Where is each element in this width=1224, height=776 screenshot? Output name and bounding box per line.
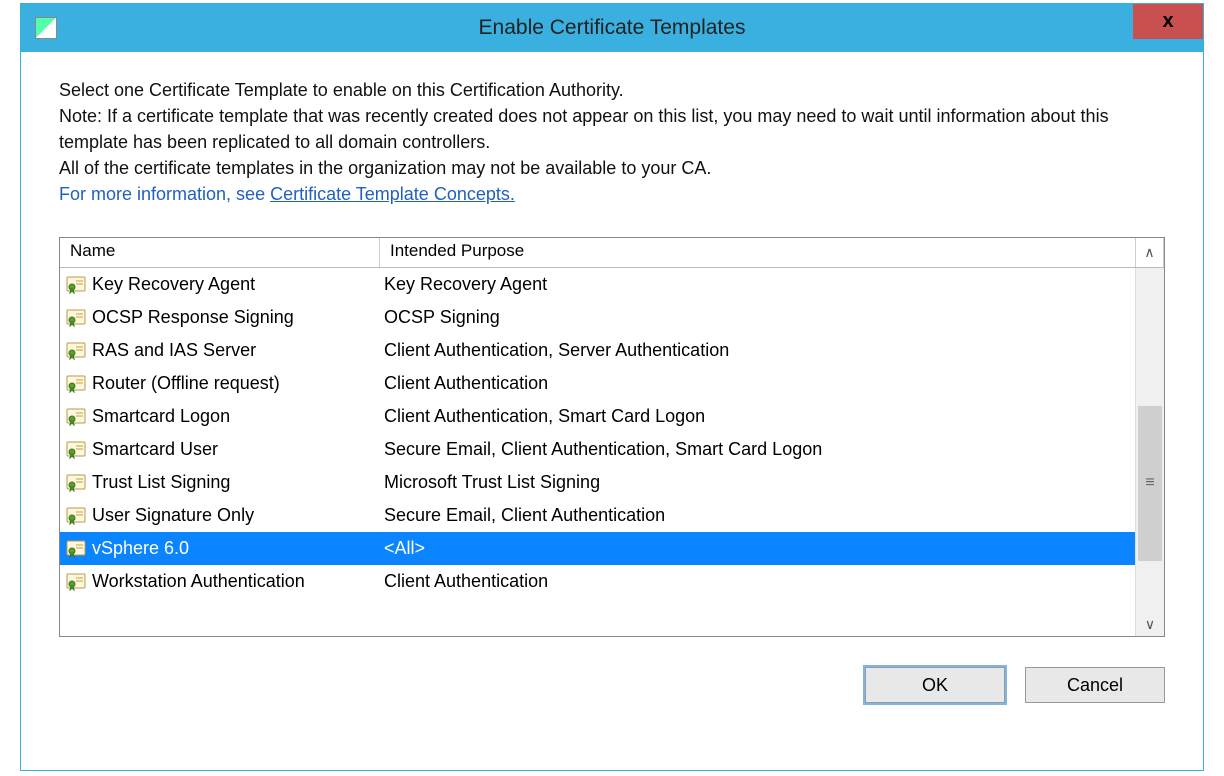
list-header: Name Intended Purpose ∧ [60, 238, 1164, 268]
more-info-prefix: For more information, see [59, 184, 270, 204]
dialog-buttons: OK Cancel [21, 637, 1203, 703]
dialog-window: Enable Certificate Templates x Select on… [20, 3, 1204, 771]
template-purpose: Client Authentication, Smart Card Logon [384, 406, 705, 426]
certificate-template-icon [66, 540, 86, 558]
certificate-template-icon [66, 276, 86, 294]
vertical-scrollbar[interactable]: ≡ ∨ [1135, 268, 1164, 636]
certificate-template-icon [66, 507, 86, 525]
template-name: User Signature Only [92, 505, 254, 526]
template-name: Trust List Signing [92, 472, 230, 493]
certificate-template-icon [66, 408, 86, 426]
template-purpose: <All> [384, 538, 425, 558]
window-title: Enable Certificate Templates [21, 16, 1203, 40]
certificate-template-icon [66, 441, 86, 459]
cancel-button[interactable]: Cancel [1025, 667, 1165, 703]
column-header-purpose[interactable]: Intended Purpose [380, 238, 1136, 267]
template-purpose: Key Recovery Agent [384, 274, 547, 294]
template-name: vSphere 6.0 [92, 538, 189, 559]
template-purpose: OCSP Signing [384, 307, 500, 327]
template-purpose: Secure Email, Client Authentication, Sma… [384, 439, 822, 459]
template-name: Smartcard User [92, 439, 218, 460]
list-item[interactable]: Trust List Signing Microsoft Trust List S… [60, 466, 1135, 499]
template-name: Key Recovery Agent [92, 274, 255, 295]
template-purpose: Client Authentication [384, 373, 548, 393]
system-menu-icon[interactable] [35, 17, 57, 39]
instruction-line: All of the certificate templates in the … [59, 155, 1165, 181]
scroll-up-button[interactable]: ∧ [1136, 238, 1164, 267]
template-name: Workstation Authentication [92, 571, 305, 592]
list-item[interactable]: vSphere 6.0 <All> [60, 532, 1135, 565]
titlebar[interactable]: Enable Certificate Templates x [21, 4, 1203, 52]
scroll-down-button[interactable]: ∨ [1136, 612, 1164, 636]
certificate-template-icon [66, 375, 86, 393]
list-item[interactable]: Key Recovery Agent Key Recovery Agent [60, 268, 1135, 301]
scrollbar-thumb[interactable]: ≡ [1138, 406, 1162, 561]
instruction-line: Select one Certificate Template to enabl… [59, 77, 1165, 103]
list-item[interactable]: Smartcard User Secure Email, Client Authe… [60, 433, 1135, 466]
list-item[interactable]: Workstation Authentication Client Authent… [60, 565, 1135, 598]
close-button[interactable]: x [1133, 4, 1203, 39]
scrollbar-track[interactable]: ≡ [1136, 268, 1164, 612]
instruction-line: Note: If a certificate template that was… [59, 103, 1165, 155]
template-purpose: Secure Email, Client Authentication [384, 505, 665, 525]
list-item[interactable]: OCSP Response Signing OCSP Signing [60, 301, 1135, 334]
template-purpose: Client Authentication, Server Authentica… [384, 340, 729, 360]
list-item[interactable]: Smartcard Logon Client Authentication, Sm… [60, 400, 1135, 433]
template-name: Smartcard Logon [92, 406, 230, 427]
ok-button[interactable]: OK [865, 667, 1005, 703]
template-list[interactable]: Name Intended Purpose ∧ Key Recovery Age… [59, 237, 1165, 637]
template-name: OCSP Response Signing [92, 307, 294, 328]
template-name: Router (Offline request) [92, 373, 280, 394]
list-rows: Key Recovery Agent Key Recovery Agent OCS… [60, 268, 1135, 636]
certificate-template-icon [66, 342, 86, 360]
template-purpose: Client Authentication [384, 571, 548, 591]
list-item[interactable]: RAS and IAS Server Client Authentication,… [60, 334, 1135, 367]
certificate-template-icon [66, 309, 86, 327]
certificate-template-icon [66, 474, 86, 492]
certificate-template-icon [66, 573, 86, 591]
more-info-link[interactable]: Certificate Template Concepts. [270, 184, 515, 204]
template-purpose: Microsoft Trust List Signing [384, 472, 600, 492]
instruction-text: Select one Certificate Template to enabl… [21, 52, 1203, 217]
list-item[interactable]: Router (Offline request) Client Authentic… [60, 367, 1135, 400]
template-name: RAS and IAS Server [92, 340, 256, 361]
column-header-name[interactable]: Name [60, 238, 380, 267]
list-item[interactable]: User Signature Only Secure Email, Client … [60, 499, 1135, 532]
